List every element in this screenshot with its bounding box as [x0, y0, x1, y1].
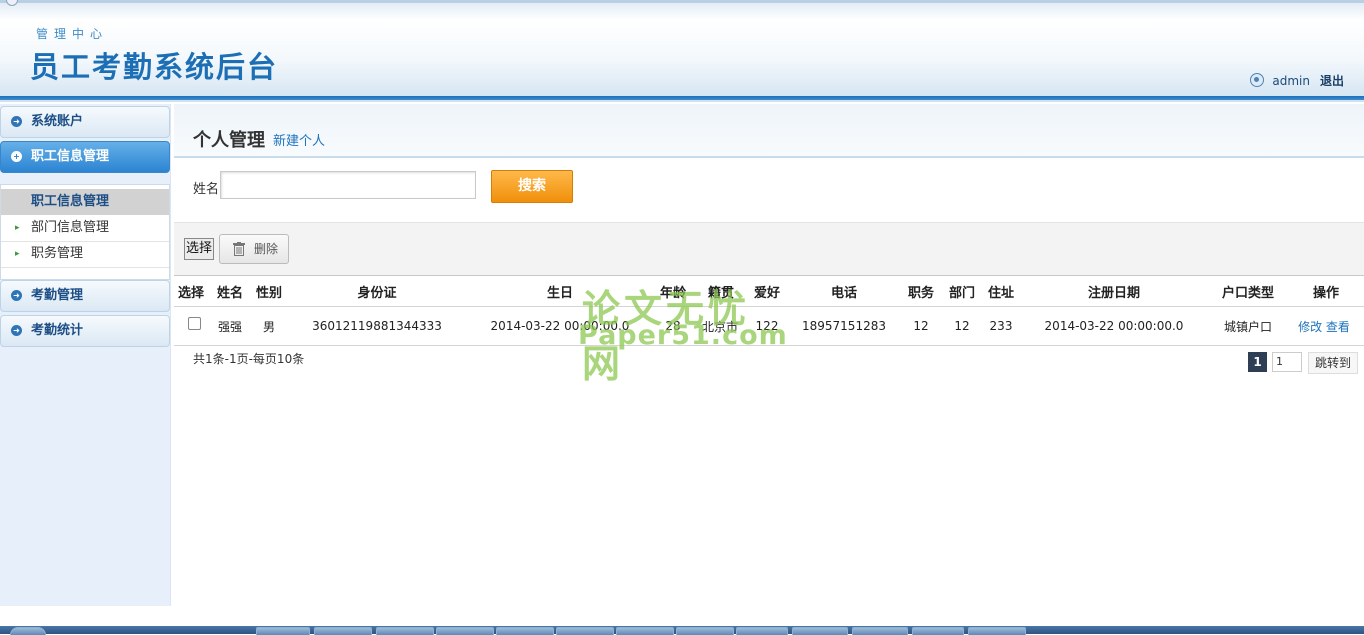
user-icon — [1250, 73, 1265, 87]
new-person-link[interactable]: 新建个人 — [273, 130, 325, 149]
col-hobby: 爱好 — [753, 285, 780, 301]
submenu-item-label: 部门信息管理 — [31, 220, 110, 235]
col-household: 户口类型 — [1221, 285, 1274, 301]
submenu-item-label: 职务管理 — [31, 246, 84, 261]
window-corner-icon — [6, 0, 18, 6]
delete-button[interactable]: 删除 — [219, 234, 289, 264]
pagination: 1 1 跳转到 — [1248, 352, 1358, 374]
cell-name: 强强 — [217, 319, 242, 334]
table-toolbar: 选择 删除 — [174, 222, 1364, 276]
col-name: 姓名 — [216, 285, 243, 301]
plus-circle-icon: + — [11, 151, 22, 162]
triangle-right-icon: ▸ — [15, 223, 20, 233]
sidebar-item-employee-info[interactable]: + 职工信息管理 — [0, 141, 170, 173]
edit-link[interactable]: 修改 — [1298, 318, 1322, 335]
submenu-item-employee-info[interactable]: 职工信息管理 — [1, 189, 169, 215]
search-label: 姓名 — [193, 182, 220, 197]
search-button[interactable]: 搜索 — [491, 170, 573, 203]
sidebar-item-label: 考勤统计 — [31, 323, 84, 338]
cell-register-date: 2014-03-22 00:00:00.0 — [1044, 319, 1184, 333]
table-row: 强强 男 36012119881344333 2014-03-22 00:00:… — [174, 307, 1364, 346]
sidebar-item-system-accounts[interactable]: ➜ 系统账户 — [0, 106, 170, 138]
search-bar: 姓名 搜索 — [174, 158, 1364, 220]
submenu-item-department[interactable]: ▸ 部门信息管理 — [1, 215, 169, 242]
cell-actions: 修改 查看 — [1294, 307, 1354, 345]
col-gender: 性别 — [255, 285, 282, 301]
col-department: 部门 — [948, 285, 975, 301]
col-select: 选择 — [178, 285, 205, 301]
cell-position: 12 — [913, 319, 929, 333]
name-search-input[interactable] — [220, 171, 476, 199]
col-action: 操作 — [1312, 285, 1339, 301]
row-checkbox-cell — [182, 307, 206, 345]
cell-id-card: 36012119881344333 — [312, 319, 442, 333]
sidebar-item-attendance-management[interactable]: ➜ 考勤管理 — [0, 280, 170, 312]
page-number-current[interactable]: 1 — [1248, 352, 1267, 372]
sidebar: ➜ 系统账户 + 职工信息管理 职工信息管理 ▸ 部门信息管理 ▸ 职务管理 ➜… — [0, 104, 171, 606]
username: admin — [1272, 74, 1310, 88]
sidebar-item-label: 考勤管理 — [31, 288, 84, 303]
cell-hobby: 122 — [755, 319, 779, 333]
col-origin: 籍贯 — [707, 285, 734, 301]
triangle-right-icon: ▸ — [15, 249, 20, 259]
cell-household: 城镇户口 — [1223, 319, 1272, 334]
row-checkbox[interactable] — [187, 317, 201, 330]
col-id-card: 身份证 — [357, 285, 397, 301]
submenu-item-label: 职工信息管理 — [31, 194, 110, 209]
table-header: 选择 姓名 性别 身份证 生日 年龄 籍贯 爱好 电话 职务 部门 住址 注册日… — [174, 276, 1364, 307]
col-register-date: 注册日期 — [1087, 285, 1140, 301]
user-box: admin 退出 — [1250, 72, 1344, 89]
col-address: 住址 — [987, 285, 1014, 301]
cell-phone: 18957151283 — [802, 319, 886, 333]
arrow-circle-icon: ➜ — [11, 325, 22, 336]
header-divider-light — [0, 100, 1364, 102]
cell-origin: 北京市 — [701, 319, 738, 334]
header-subtitle: 管理中心 — [36, 27, 109, 41]
app-title: 员工考勤系统后台 — [30, 50, 279, 84]
app-header: 管理中心 员工考勤系统后台 admin 退出 — [0, 0, 1364, 96]
trash-icon — [233, 242, 245, 256]
page-title: 个人管理 — [193, 130, 265, 151]
submenu-item-position[interactable]: ▸ 职务管理 — [1, 241, 169, 268]
sidebar-item-attendance-statistics[interactable]: ➜ 考勤统计 — [0, 315, 170, 347]
cell-department: 12 — [954, 319, 970, 333]
page-jump-input[interactable]: 1 — [1272, 352, 1302, 372]
header-top-line — [0, 0, 1364, 3]
cell-gender: 男 — [262, 319, 275, 334]
delete-label: 删除 — [254, 242, 279, 256]
os-taskbar — [0, 626, 1364, 635]
pagination-summary: 共1条-1页-每页10条 — [193, 352, 305, 366]
sidebar-item-label: 职工信息管理 — [31, 149, 110, 164]
cell-age: 28 — [665, 319, 681, 333]
page-jump-button[interactable]: 跳转到 — [1308, 352, 1358, 374]
cell-address: 233 — [989, 319, 1013, 333]
arrow-circle-icon: ➜ — [11, 116, 22, 127]
col-phone: 电话 — [830, 285, 857, 301]
col-age: 年龄 — [659, 285, 686, 301]
cell-birthday: 2014-03-22 00:00:00.0 — [490, 319, 630, 333]
sidebar-item-label: 系统账户 — [31, 114, 84, 129]
select-all-button[interactable]: 选择 — [184, 238, 214, 260]
page-header: 个人管理 新建个人 — [174, 104, 1364, 158]
col-position: 职务 — [907, 285, 934, 301]
view-link[interactable]: 查看 — [1326, 318, 1350, 335]
logout-link[interactable]: 退出 — [1320, 74, 1344, 88]
col-birthday: 生日 — [546, 285, 573, 301]
sidebar-submenu: 职工信息管理 ▸ 部门信息管理 ▸ 职务管理 — [0, 184, 170, 280]
arrow-circle-icon: ➜ — [11, 290, 22, 301]
